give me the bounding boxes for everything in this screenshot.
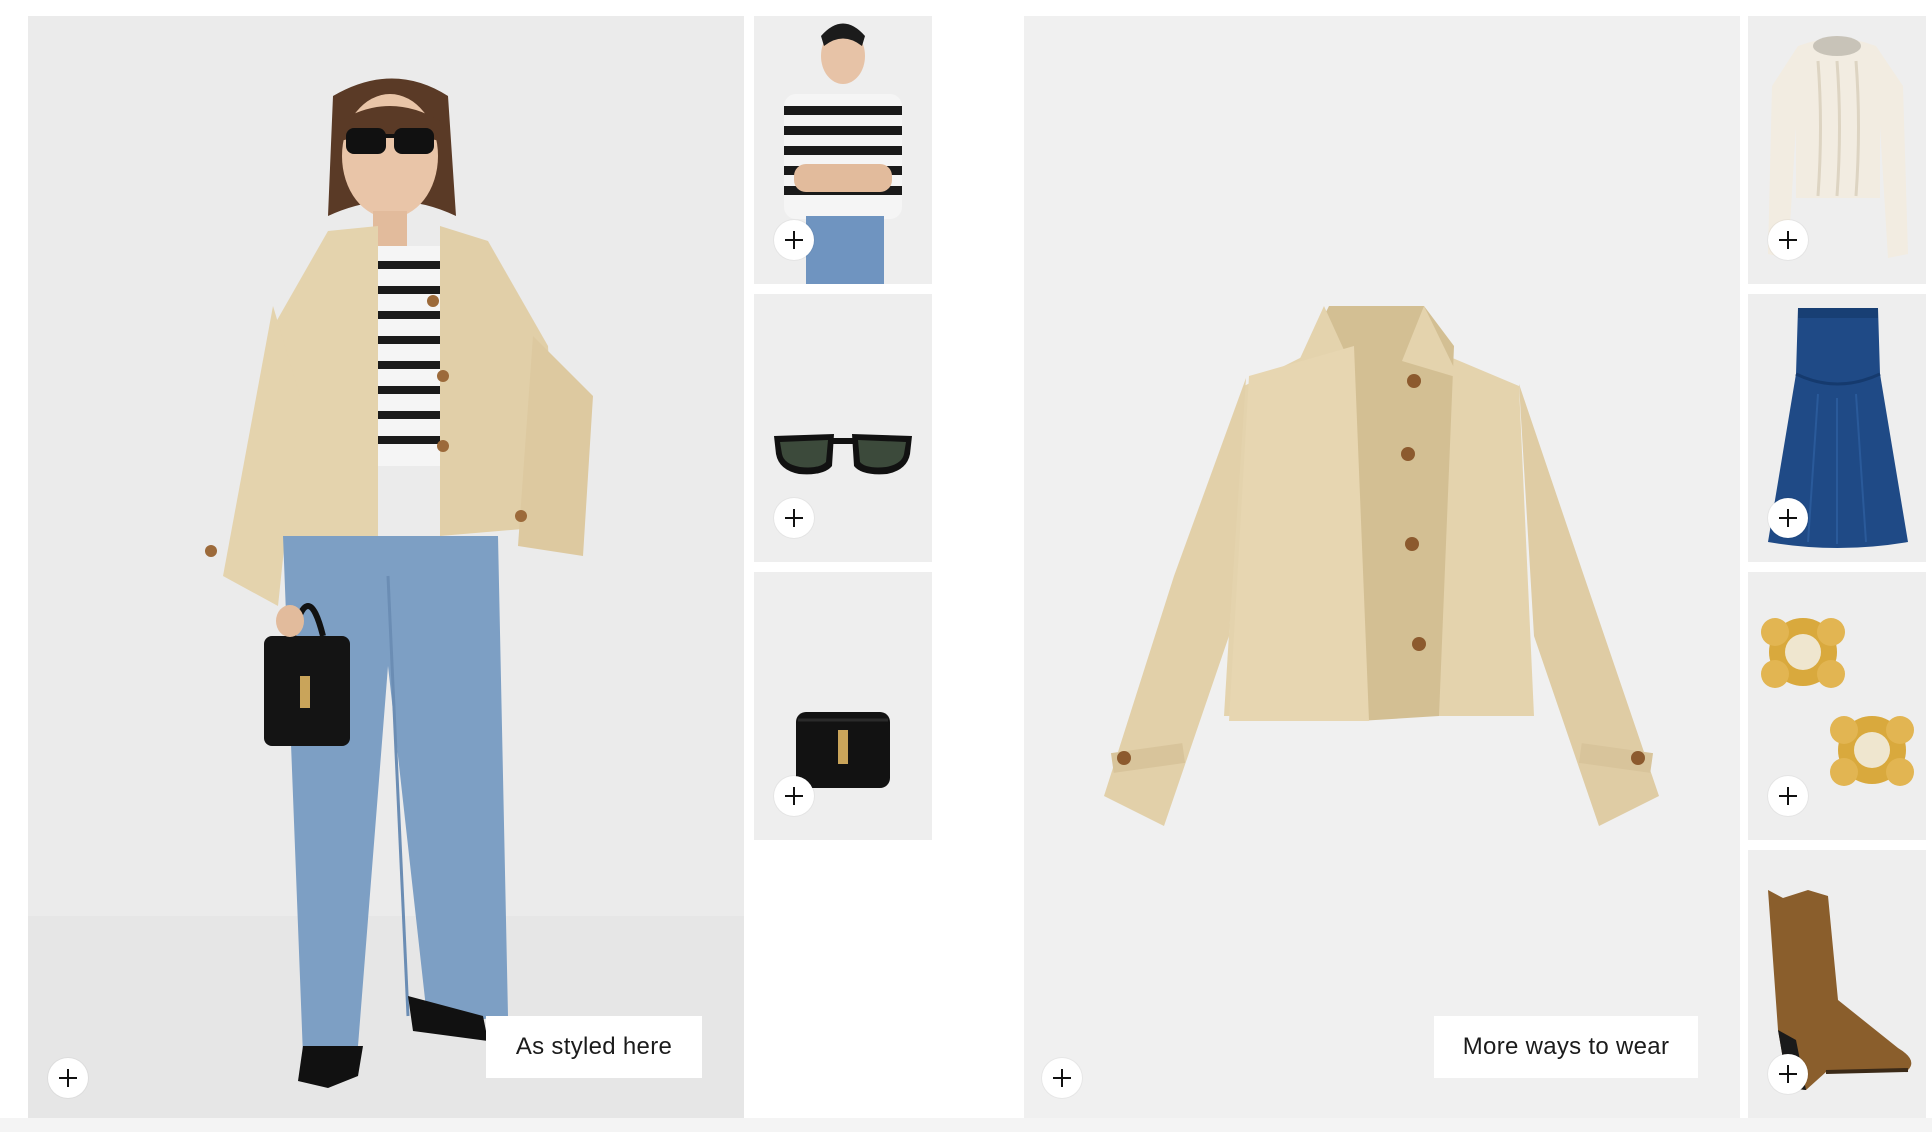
add-item-button[interactable] [774,776,814,816]
more-ways-panel[interactable]: More ways to wear [1024,16,1740,1118]
plus-icon [785,231,803,249]
look-label-chip[interactable]: As styled here [486,1016,702,1078]
plus-icon [785,509,803,527]
model-photo [28,16,744,1118]
plus-icon [1779,231,1797,249]
plus-icon [785,787,803,805]
add-item-button[interactable] [774,498,814,538]
add-item-button[interactable] [1768,498,1808,538]
product-thumb-handbag[interactable] [754,572,932,840]
plus-icon [59,1069,77,1087]
product-thumb-sweater[interactable] [1748,16,1926,284]
product-thumb-sunglasses[interactable] [754,294,932,562]
product-thumb-earrings[interactable] [1748,572,1926,840]
product-thumb-denim-skirt[interactable] [1748,294,1926,562]
plus-icon [1779,1065,1797,1083]
add-look-button[interactable] [48,1058,88,1098]
add-item-button[interactable] [1768,220,1808,260]
look-label-chip[interactable]: More ways to wear [1434,1016,1698,1078]
jacket-flat-photo [1024,16,1740,1118]
add-item-button[interactable] [774,220,814,260]
add-item-button[interactable] [1768,776,1808,816]
plus-icon [1053,1069,1071,1087]
product-thumb-striped-tee[interactable] [754,16,932,284]
styled-look-panel[interactable]: As styled here [28,16,744,1118]
add-look-button[interactable] [1042,1058,1082,1098]
product-thumb-boots[interactable] [1748,850,1926,1118]
plus-icon [1779,787,1797,805]
add-item-button[interactable] [1768,1054,1808,1094]
page-bottom-divider [0,1118,1932,1132]
plus-icon [1779,509,1797,527]
